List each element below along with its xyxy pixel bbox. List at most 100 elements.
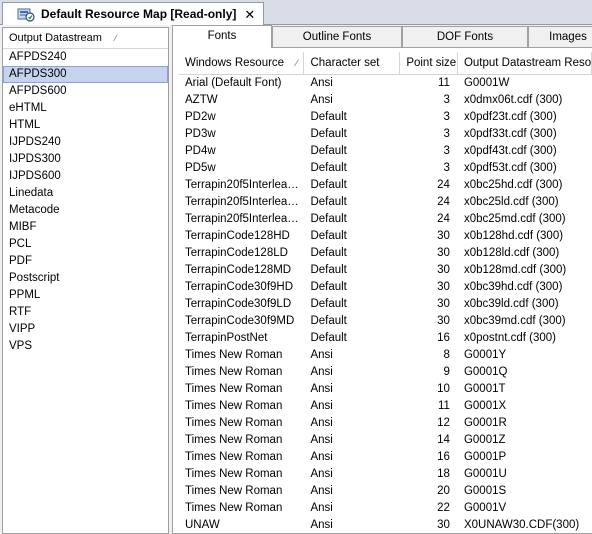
table-cell: Default — [310, 247, 347, 259]
datastream-item[interactable]: PDF — [3, 253, 168, 270]
table-cell: 16 — [437, 332, 450, 344]
tab-images[interactable]: Images — [528, 26, 592, 47]
table-cell: Default — [310, 111, 347, 123]
column-header[interactable]: Point size — [400, 52, 458, 74]
datastream-item[interactable]: eHTML — [3, 100, 168, 117]
resource-tabs-panel: Fonts Outline Fonts DOF Fonts Images Window… — [172, 25, 592, 534]
table-cell: Default — [310, 315, 347, 327]
table-cell: 3 — [443, 111, 450, 123]
table-cell: TerrapinCode128LD — [185, 247, 288, 259]
table-row[interactable]: UNAW Ansi 30 X0UNAW30.CDF(300) — [179, 517, 592, 533]
datastream-item[interactable]: Linedata — [3, 185, 168, 202]
table-row[interactable]: TerrapinCode30f9LD Default 30 x0bc39ld.cdf … — [179, 296, 592, 313]
table-cell: 11 — [438, 77, 450, 89]
table-cell: 20 — [437, 485, 450, 497]
table-row[interactable]: PD5w Default 3 x0pdf53t.cdf (300) — [179, 160, 592, 177]
datastream-item[interactable]: MIBF — [3, 219, 168, 236]
datastream-item[interactable]: VIPP — [3, 321, 168, 338]
table-cell: TerrapinPostNet — [185, 332, 268, 344]
table-cell: Default — [310, 298, 347, 310]
table-cell: 30 — [437, 264, 450, 276]
datastream-item[interactable]: IJPDS600 — [3, 168, 168, 185]
fonts-table: Windows Resource ⁄ Character set Point size… — [179, 52, 592, 533]
table-row[interactable]: PD4w Default 3 x0pdf43t.cdf (300) — [179, 143, 592, 160]
tab-fonts[interactable]: Fonts — [172, 25, 272, 48]
tab-dof-fonts[interactable]: DOF Fonts — [402, 26, 528, 47]
table-cell: 24 — [437, 179, 450, 191]
datastream-item[interactable]: PCL — [3, 236, 168, 253]
table-cell: x0pdf43t.cdf (300) — [463, 145, 557, 157]
datastream-item[interactable]: HTML — [3, 117, 168, 134]
table-row[interactable]: Times New Roman Ansi 18 G0001U — [179, 466, 592, 483]
datastream-item[interactable]: IJPDS240 — [3, 134, 168, 151]
table-cell: Ansi — [310, 94, 333, 106]
datastream-item[interactable]: PPML — [3, 287, 168, 304]
table-cell: G0001V — [463, 502, 507, 514]
table-cell: 9 — [443, 366, 450, 378]
column-header[interactable]: Output Datastream Resource — [458, 52, 592, 74]
table-cell: 12 — [437, 417, 450, 429]
table-row[interactable]: Times New Roman Ansi 22 G0001V — [179, 500, 592, 517]
table-cell: Times New Roman — [185, 502, 283, 514]
table-row[interactable]: Times New Roman Ansi 11 G0001X — [179, 398, 592, 415]
table-row[interactable]: TerrapinCode30f9HD Default 30 x0bc39hd.cdf … — [179, 279, 592, 296]
table-row[interactable]: TerrapinCode128LD Default 30 x0b128ld.cdf (… — [179, 245, 592, 262]
table-cell: UNAW — [185, 519, 220, 531]
fonts-tab-body: Windows Resource ⁄ Character set Point size… — [172, 47, 592, 534]
table-row[interactable]: TerrapinPostNet Default 16 x0postnt.cdf (30… — [179, 330, 592, 347]
table-cell: Default — [310, 145, 347, 157]
table-row[interactable]: Terrapin20f5Interleave... Default 24 x0bc25… — [179, 211, 592, 228]
datastream-item[interactable]: IJPDS300 — [3, 151, 168, 168]
table-row[interactable]: Times New Roman Ansi 14 G0001Z — [179, 432, 592, 449]
table-cell: Times New Roman — [185, 434, 283, 446]
datastream-item[interactable]: Postscript — [3, 270, 168, 287]
datastream-item[interactable]: Metacode — [3, 202, 168, 219]
table-row[interactable]: TerrapinCode30f9MD Default 30 x0bc39md.cdf … — [179, 313, 592, 330]
table-row[interactable]: Times New Roman Ansi 12 G0001R — [179, 415, 592, 432]
tab-outline-fonts[interactable]: Outline Fonts — [272, 26, 402, 47]
table-row[interactable]: Times New Roman Ansi 16 G0001P — [179, 449, 592, 466]
table-row[interactable]: Times New Roman Ansi 8 G0001Y — [179, 347, 592, 364]
table-cell: 3 — [443, 162, 450, 174]
table-row[interactable]: AZTW Ansi 3 x0dmx06t.cdf (300) — [179, 92, 592, 109]
table-row[interactable]: PD3w Default 3 x0pdf33t.cdf (300) — [179, 126, 592, 143]
table-row[interactable]: TerrapinCode128HD Default 30 x0b128hd.cdf (… — [179, 228, 592, 245]
close-icon[interactable]: ✕ — [244, 8, 255, 21]
table-cell: TerrapinCode128MD — [185, 264, 292, 276]
table-cell: Times New Roman — [185, 485, 283, 497]
datastream-item[interactable]: AFPDS300 — [3, 66, 168, 83]
column-header[interactable]: Windows Resource ⁄ — [179, 52, 305, 74]
table-cell: x0bc25hd.cdf (300) — [463, 179, 563, 191]
table-row[interactable]: Terrapin20f5Interleave... Default 24 x0bc25… — [179, 177, 592, 194]
table-cell: Default — [310, 230, 347, 242]
table-cell: Terrapin20f5Interleave... — [185, 213, 305, 225]
column-header[interactable]: Character set — [304, 52, 401, 74]
table-row[interactable]: Terrapin20f5Interleave... Default 24 x0bc25… — [179, 194, 592, 211]
table-cell: Default — [310, 162, 347, 174]
table-cell: Default — [310, 179, 347, 191]
output-datastream-header-label: Output Datastream — [9, 32, 102, 44]
table-row[interactable]: Arial (Default Font) Ansi 11 G0001W — [179, 75, 592, 92]
table-cell: Arial (Default Font) — [185, 77, 282, 89]
table-row[interactable]: PD2w Default 3 x0pdf23t.cdf (300) — [179, 109, 592, 126]
table-row[interactable]: TerrapinCode128MD Default 30 x0b128md.cdf (… — [179, 262, 592, 279]
table-cell: Ansi — [310, 519, 333, 531]
datastream-item[interactable]: AFPDS240 — [3, 49, 168, 66]
table-cell: Default — [310, 213, 347, 225]
datastream-item[interactable]: RTF — [3, 304, 168, 321]
table-cell: x0dmx06t.cdf (300) — [463, 94, 563, 106]
table-cell: 22 — [437, 502, 450, 514]
table-cell: Ansi — [310, 383, 333, 395]
output-datastream-header[interactable]: Output Datastream ⁄ — [3, 28, 168, 49]
datastream-item[interactable]: AFPDS600 — [3, 83, 168, 100]
table-cell: x0bc39ld.cdf (300) — [463, 298, 559, 310]
datastream-item[interactable]: VPS — [3, 338, 168, 355]
table-cell: G0001X — [463, 400, 507, 412]
table-row[interactable]: Times New Roman Ansi 9 G0001Q — [179, 364, 592, 381]
table-row[interactable]: Times New Roman Ansi 20 G0001S — [179, 483, 592, 500]
document-tab[interactable]: Default Resource Map [Read-only] ✕ — [2, 2, 264, 25]
table-cell: x0bc39md.cdf (300) — [463, 315, 566, 327]
table-cell: Default — [310, 264, 347, 276]
table-row[interactable]: Times New Roman Ansi 10 G0001T — [179, 381, 592, 398]
table-cell: G0001R — [463, 417, 507, 429]
